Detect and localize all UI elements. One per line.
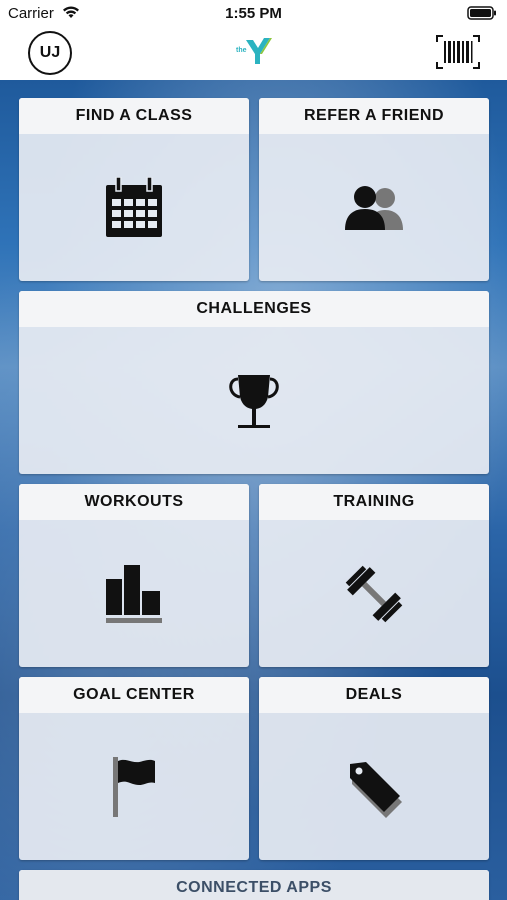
- status-bar: Carrier 1:55 PM: [0, 0, 507, 28]
- status-time: 1:55 PM: [225, 5, 282, 22]
- avatar[interactable]: UJ: [28, 31, 72, 75]
- tile-training[interactable]: TRAINING: [259, 484, 489, 667]
- avatar-initials: UJ: [39, 44, 61, 61]
- trophy-icon: [229, 374, 279, 428]
- battery-icon: [467, 6, 497, 25]
- tile-goal-center[interactable]: GOAL CENTER: [19, 677, 249, 860]
- tile-label: DEALS: [259, 677, 489, 713]
- tile-find-a-class[interactable]: FIND A CLASS: [19, 98, 249, 281]
- tile-challenges[interactable]: CHALLENGES: [19, 291, 489, 474]
- top-nav-bar: UJ the: [0, 28, 507, 80]
- tile-label: CHALLENGES: [19, 291, 489, 327]
- people-icon: [345, 185, 403, 230]
- bar-chart-icon: [106, 564, 162, 623]
- dumbbell-icon: [345, 565, 403, 622]
- tile-label: REFER A FRIEND: [259, 98, 489, 134]
- tile-deals[interactable]: DEALS: [259, 677, 489, 860]
- tile-refer-a-friend[interactable]: REFER A FRIEND: [259, 98, 489, 281]
- dashboard-grid: FIND A CLASS REFER A FRIEND CHALLENGES W…: [0, 80, 507, 900]
- logo-text: the: [236, 47, 247, 54]
- tile-label: GOAL CENTER: [19, 677, 249, 713]
- tile-label: WORKOUTS: [19, 484, 249, 520]
- tag-icon: [350, 761, 402, 818]
- barcode-icon[interactable]: [435, 34, 481, 75]
- flag-icon: [113, 756, 155, 817]
- tile-label: FIND A CLASS: [19, 98, 249, 134]
- tile-label: CONNECTED APPS: [19, 870, 489, 900]
- tile-workouts[interactable]: WORKOUTS: [19, 484, 249, 667]
- tile-label: TRAINING: [259, 484, 489, 520]
- calendar-icon: [106, 176, 162, 237]
- tile-connected-apps[interactable]: CONNECTED APPS: [19, 870, 489, 900]
- ymca-logo: the: [236, 36, 272, 71]
